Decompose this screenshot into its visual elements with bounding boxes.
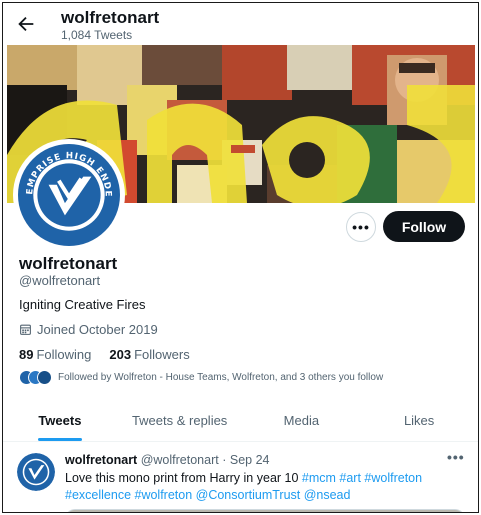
tweet[interactable]: wolfretonart @wolfretonart · Sep 24 ••• … [3,443,478,512]
tweet-author[interactable]: wolfretonart [65,453,137,467]
followed-by-row[interactable]: Followed by Wolfreton - House Teams, Wol… [19,370,383,385]
tab-tweets-replies[interactable]: Tweets & replies [117,400,243,441]
profile-avatar[interactable]: HAUTE EMPRISE HIGH ENDEAVOUR [13,139,125,251]
tweet-body: Love this mono print from Harry in year … [65,471,302,485]
tweet-hashtags-mentions[interactable]: #excellence #wolfreton @ConsortiumTrust … [65,488,350,502]
tab-likes[interactable]: Likes [360,400,478,441]
followers-count: 203 [109,347,132,362]
tab-tweets[interactable]: Tweets [3,400,117,441]
following-count: 89 [19,347,34,362]
followers-label: Followers [134,347,190,362]
followed-by-avatars [19,370,52,385]
tweet-handle[interactable]: @wolfretonart [141,453,219,467]
arrow-left-icon[interactable] [15,13,37,35]
profile-tabs: Tweets Tweets & replies Media Likes [3,400,478,442]
follow-button[interactable]: Follow [383,211,465,242]
header-title: wolfretonart [61,8,160,27]
top-bar: wolfretonart 1,084 Tweets [3,3,478,45]
tweet-text: Love this mono print from Harry in year … [65,470,465,504]
tweet-header: wolfretonart @wolfretonart · Sep 24 [65,453,269,467]
tweet-avatar[interactable] [17,453,55,491]
school-crest-icon: HAUTE EMPRISE HIGH ENDEAVOUR [18,144,120,246]
tab-media[interactable]: Media [243,400,361,441]
joined-text: Joined October 2019 [37,322,158,337]
mini-avatar [37,370,52,385]
tweet-separator: · [222,453,227,467]
following-label: Following [36,347,92,362]
profile-page: wolfretonart 1,084 Tweets EMPRISE HIGH E… [2,2,479,513]
tweet-hashtags[interactable]: #mcm #art #wolfreton [302,471,422,485]
calendar-icon [20,324,31,335]
profile-bio: Igniting Creative Fires [19,297,146,312]
follow-stats: 89 Following 203 Followers [19,347,190,362]
followers-link[interactable]: 203 Followers [109,347,189,362]
tweet-media-image[interactable] [65,509,465,512]
tweet-date[interactable]: Sep 24 [230,453,270,467]
display-name: wolfretonart [19,254,118,273]
profile-handle: @wolfretonart [19,273,101,288]
following-link[interactable]: 89 Following [19,347,91,362]
more-options-button[interactable]: ••• [346,212,376,242]
followed-by-text: Followed by Wolfreton - House Teams, Wol… [58,372,384,383]
tweet-count: 1,084 Tweets [61,28,133,42]
joined-date: Joined October 2019 [19,322,158,337]
tweet-more-icon[interactable]: ••• [447,449,465,465]
